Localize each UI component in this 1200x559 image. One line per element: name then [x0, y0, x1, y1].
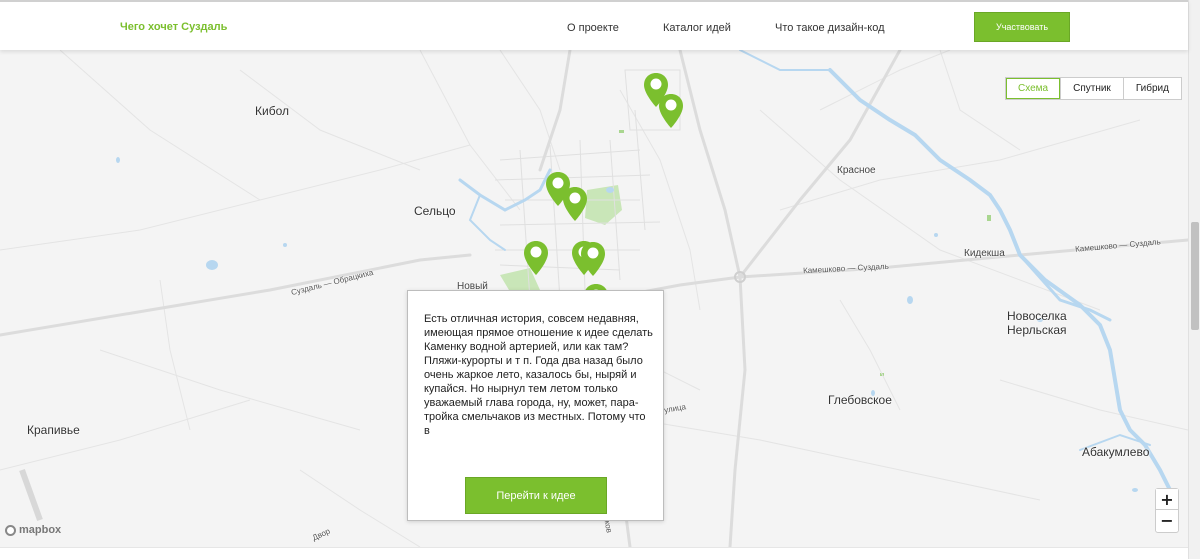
mapbox-attribution[interactable]: mapbox: [5, 524, 61, 536]
zoom-control: + −: [1155, 488, 1179, 533]
place-kideksha: Кидекша: [964, 248, 1005, 259]
map-layer-switcher: Схема Спутник Гибрид: [1005, 77, 1182, 100]
map-pin-icon[interactable]: [658, 93, 684, 129]
scrollbar-thumb[interactable]: [1191, 222, 1199, 330]
zoom-out-button[interactable]: −: [1156, 510, 1178, 531]
map-pin-icon[interactable]: [580, 241, 606, 277]
place-seltso: Сельцо: [414, 204, 456, 218]
zoom-in-button[interactable]: +: [1156, 489, 1178, 510]
map-pin-icon[interactable]: [523, 240, 549, 276]
place-novoselka: Новоселка: [1007, 309, 1067, 323]
layer-hybrid-button[interactable]: Гибрид: [1122, 78, 1181, 99]
idea-popup: Есть отличная история, совсем недавняя, …: [407, 290, 664, 521]
place-krasnoe: Красное: [837, 165, 876, 176]
map-view[interactable]: Кибол Сельцо Новый Красное Кидекша Новос…: [0, 50, 1188, 547]
brand-link[interactable]: Чего хочет Суздаль: [120, 21, 227, 33]
participate-button[interactable]: Участвовать: [974, 12, 1070, 42]
go-to-idea-button[interactable]: Перейти к идее: [465, 477, 607, 514]
layer-scheme-button[interactable]: Схема: [1006, 78, 1061, 99]
nav-design-code[interactable]: Что такое дизайн-код: [775, 22, 885, 34]
map-pin-icon[interactable]: [562, 186, 588, 222]
page-bottom-edge: [0, 547, 1188, 559]
nav-catalog[interactable]: Каталог идей: [663, 22, 731, 34]
idea-popup-text: Есть отличная история, совсем недавняя, …: [424, 313, 653, 437]
site-header: Чего хочет Суздаль О проекте Каталог иде…: [0, 0, 1188, 50]
place-abakumlevo: Абакумлево: [1082, 445, 1150, 459]
mapbox-logo-icon: [5, 524, 16, 536]
page-scrollbar[interactable]: [1188, 0, 1200, 559]
nav-about[interactable]: О проекте: [567, 22, 619, 34]
place-krapivye: Крапивье: [27, 423, 80, 437]
layer-satellite-button[interactable]: Спутник: [1060, 78, 1123, 99]
place-glebovskoe: Глебовское: [828, 393, 892, 407]
mapbox-wordmark: mapbox: [19, 524, 62, 536]
place-kibol: Кибол: [255, 104, 289, 118]
place-nerlskaya: Нерльская: [1007, 323, 1067, 337]
